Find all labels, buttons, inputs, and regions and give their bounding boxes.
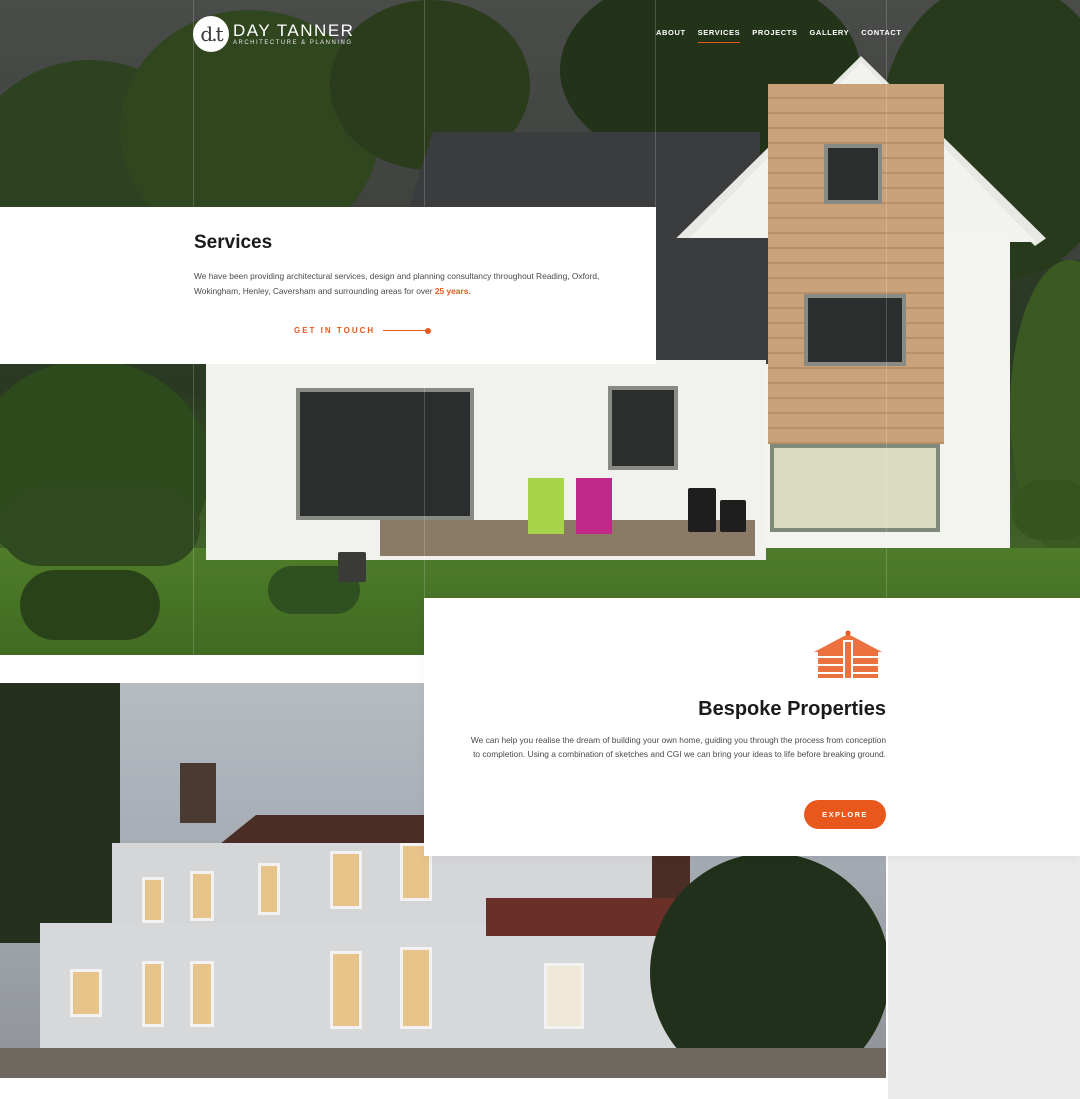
- chimney: [180, 763, 216, 823]
- logo-mark: d.t: [193, 16, 229, 52]
- page-title: Services: [194, 232, 273, 253]
- nav-services[interactable]: SERVICES: [697, 28, 741, 43]
- nav-projects[interactable]: PROJECTS: [752, 28, 797, 43]
- window: [258, 863, 280, 915]
- house-icon: [814, 630, 882, 678]
- window: [190, 871, 214, 921]
- window: [544, 963, 584, 1029]
- bespoke-card: [424, 598, 1080, 856]
- arrow-dot-icon: [425, 327, 432, 334]
- window: [190, 961, 214, 1027]
- planter: [338, 552, 366, 582]
- window: [296, 388, 474, 520]
- window: [330, 851, 362, 909]
- window: [70, 969, 102, 1017]
- hedge: [0, 486, 200, 566]
- window: [330, 951, 362, 1029]
- nav-contact[interactable]: CONTACT: [861, 28, 901, 43]
- years-highlight: 25 years.: [434, 286, 471, 296]
- services-description-main: We have been providing architectural ser…: [194, 271, 600, 296]
- guide-line: [886, 0, 887, 598]
- bespoke-title-rest: Properties: [787, 698, 886, 720]
- logo-text: DAY TANNER ARCHITECTURE & PLANNING: [233, 22, 354, 47]
- hedge: [20, 570, 160, 640]
- window: [142, 877, 164, 923]
- nav-gallery[interactable]: GALLERY: [810, 28, 850, 43]
- window: [824, 144, 882, 204]
- tree: [650, 853, 886, 1078]
- chair: [528, 478, 564, 534]
- logo[interactable]: d.t DAY TANNER ARCHITECTURE & PLANNING: [193, 16, 354, 52]
- get-in-touch-link[interactable]: GET IN TOUCH: [294, 326, 432, 335]
- side-panel: [888, 856, 1080, 1099]
- hedge: [1012, 480, 1080, 540]
- logo-name: DAY TANNER: [233, 20, 355, 40]
- main-nav: ABOUT SERVICES PROJECTS GALLERY CONTACT: [656, 28, 902, 43]
- window: [608, 386, 678, 470]
- nav-about[interactable]: ABOUT: [656, 28, 686, 43]
- get-in-touch-label: GET IN TOUCH: [294, 326, 376, 335]
- services-description: We have been providing architectural ser…: [194, 269, 614, 299]
- timber-cladding: [768, 84, 944, 444]
- bespoke-description: We can help you realise the dream of bui…: [470, 735, 886, 759]
- driveway: [0, 1048, 886, 1078]
- roof: [656, 238, 774, 364]
- bespoke-title-bold: Bespoke: [698, 698, 782, 720]
- tree: [0, 683, 120, 943]
- porch-roof: [486, 898, 676, 936]
- chair: [576, 478, 612, 534]
- planter: [688, 488, 716, 532]
- arrow-line-icon: [383, 330, 426, 331]
- window: [804, 294, 906, 366]
- window: [770, 444, 940, 532]
- logo-subtitle: ARCHITECTURE & PLANNING: [233, 39, 353, 46]
- planter: [720, 500, 746, 532]
- window: [142, 961, 164, 1027]
- explore-button[interactable]: EXPLORE: [804, 800, 886, 829]
- bespoke-title: Bespoke Properties: [698, 698, 886, 721]
- window: [400, 947, 432, 1029]
